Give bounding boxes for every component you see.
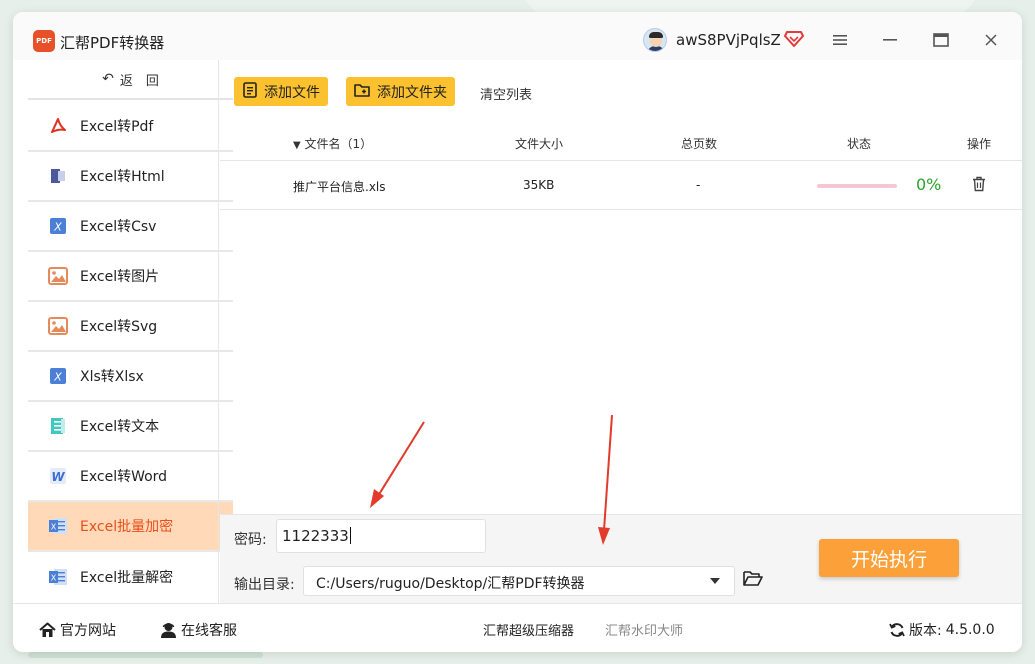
status-column-header: 状态 — [847, 137, 872, 151]
name-column-header[interactable]: ▼ 文件名（1） — [293, 135, 372, 152]
pages-column-header: 总页数 — [681, 137, 718, 151]
action-column-header: 操作 — [967, 137, 992, 151]
sidebar-divider — [218, 60, 219, 603]
app-logo-icon: PDF — [33, 30, 55, 52]
sidebar-item-excel-csv[interactable]: X Excel转Csv — [28, 202, 233, 252]
excel-icon: X — [48, 567, 68, 587]
sidebar-item-label: Excel转图片 — [80, 269, 160, 285]
password-label: 密码: — [234, 532, 267, 548]
size-column-header: 文件大小 — [515, 137, 564, 151]
close-icon[interactable] — [977, 26, 1005, 54]
excel-icon: X — [48, 516, 68, 536]
file-list-icon — [242, 81, 258, 102]
output-dir-value: C:/Users/ruguo/Desktop/汇帮PDF转换器 — [316, 576, 585, 592]
clear-list-button[interactable]: 清空列表 — [480, 84, 532, 103]
name-header-label: 文件名（1） — [304, 137, 373, 151]
sidebar-item-xls-xlsx[interactable]: X Xls转Xlsx — [28, 352, 233, 402]
progress-bar — [817, 184, 897, 188]
background-strip — [28, 652, 263, 658]
refresh-icon — [889, 623, 905, 637]
svg-text:X: X — [51, 574, 57, 583]
footer: 官方网站 在线客服 汇帮超级压缩器 汇帮水印大师 版本: 4.5.0.0 — [13, 603, 1022, 652]
add-folder-label: 添加文件夹 — [377, 84, 447, 101]
version-value: 4.5.0.0 — [945, 622, 995, 638]
file-name: 推广平台信息.xls — [293, 180, 386, 194]
svg-text:W: W — [51, 470, 65, 484]
sidebar-item-label: Xls转Xlsx — [80, 369, 144, 385]
version-info[interactable]: 版本: 4.5.0.0 — [889, 620, 995, 640]
password-input[interactable]: 1122333 — [276, 519, 486, 553]
sort-down-icon: ▼ — [293, 140, 301, 151]
back-label: 返 回 — [119, 73, 159, 89]
back-button[interactable]: ↶ 返 回 — [28, 60, 233, 100]
add-folder-button[interactable]: 添加文件夹 — [346, 77, 455, 106]
password-value: 1122333 — [282, 527, 349, 545]
svg-text:X: X — [53, 371, 62, 384]
pdf-icon — [48, 116, 68, 136]
sidebar-item-label: Excel转Pdf — [80, 119, 154, 135]
sidebar-item-excel-text[interactable]: Excel转文本 — [28, 402, 233, 452]
word-icon: W — [48, 466, 68, 486]
vip-diamond-icon[interactable] — [784, 30, 804, 48]
sidebar-item-excel-image[interactable]: Excel转图片 — [28, 252, 233, 302]
svg-text:X: X — [51, 523, 57, 532]
support-link[interactable]: 在线客服 — [160, 620, 237, 640]
progress-percent: 0% — [916, 175, 942, 194]
sidebar-item-label: Excel批量加密 — [80, 519, 174, 535]
sidebar-item-excel-svg[interactable]: Excel转Svg — [28, 302, 233, 352]
image-icon — [48, 316, 68, 336]
sidebar-item-excel-decrypt[interactable]: X Excel批量解密 — [28, 552, 233, 602]
title-bar: PDF 汇帮PDF转换器 awS8PVjPqlsZ — [13, 12, 1022, 60]
file-size: 35KB — [523, 178, 555, 192]
add-file-button[interactable]: 添加文件 — [234, 77, 328, 106]
website-link[interactable]: 官方网站 — [39, 620, 116, 640]
folder-open-icon[interactable] — [743, 570, 763, 587]
sidebar-item-label: Excel批量解密 — [80, 570, 174, 586]
website-label: 官方网站 — [60, 623, 116, 639]
back-arrow-icon: ↶ — [102, 71, 114, 87]
compressor-link[interactable]: 汇帮超级压缩器 — [483, 620, 574, 639]
version-label: 版本: — [909, 623, 942, 639]
start-button[interactable]: 开始执行 — [819, 539, 959, 577]
output-dir-label: 输出目录: — [234, 577, 295, 593]
html-icon — [48, 166, 68, 186]
maximize-icon[interactable] — [927, 26, 955, 54]
output-dir-select[interactable]: C:/Users/ruguo/Desktop/汇帮PDF转换器 — [303, 566, 735, 596]
table-row[interactable]: 推广平台信息.xls 35KB - 0% — [220, 162, 1022, 210]
sidebar-item-label: Excel转文本 — [80, 419, 160, 435]
app-title: 汇帮PDF转换器 — [60, 34, 165, 52]
table-header: ▼ 文件名（1） 文件大小 总页数 状态 操作 — [220, 125, 1022, 161]
sidebar-item-label: Excel转Word — [80, 469, 168, 485]
sidebar-item-excel-pdf[interactable]: Excel转Pdf — [28, 102, 233, 152]
image-icon — [48, 266, 68, 286]
file-pages: - — [696, 178, 701, 192]
text-icon — [48, 416, 68, 436]
watermark-link[interactable]: 汇帮水印大师 — [605, 620, 683, 639]
app-window: PDF 汇帮PDF转换器 awS8PVjPqlsZ ↶ 返 回 Excel转Pd… — [13, 12, 1022, 652]
sidebar-item-excel-encrypt[interactable]: X Excel批量加密 — [28, 502, 233, 552]
sidebar-item-excel-word[interactable]: W Excel转Word — [28, 452, 233, 502]
support-agent-icon — [161, 623, 176, 638]
excel-x-icon: X — [48, 216, 68, 236]
chevron-down-icon — [710, 578, 720, 584]
menu-icon[interactable] — [826, 26, 854, 54]
user-avatar[interactable] — [643, 28, 667, 52]
sidebar-item-label: Excel转Svg — [80, 319, 158, 335]
sidebar-item-excel-html[interactable]: Excel转Html — [28, 152, 233, 202]
add-file-label: 添加文件 — [264, 84, 320, 101]
support-label: 在线客服 — [181, 623, 237, 639]
home-icon — [39, 622, 56, 637]
excel-x-icon: X — [48, 366, 68, 386]
sidebar-item-label: Excel转Html — [80, 169, 165, 185]
username[interactable]: awS8PVjPqlsZ — [676, 31, 781, 49]
sidebar: ↶ 返 回 Excel转Pdf Excel转Html X Excel转Csv E… — [28, 60, 233, 603]
minimize-icon[interactable] — [876, 26, 904, 54]
folder-plus-icon — [354, 82, 371, 102]
sidebar-item-label: Excel转Csv — [80, 219, 157, 235]
trash-icon[interactable] — [972, 176, 986, 192]
svg-text:X: X — [53, 221, 62, 234]
